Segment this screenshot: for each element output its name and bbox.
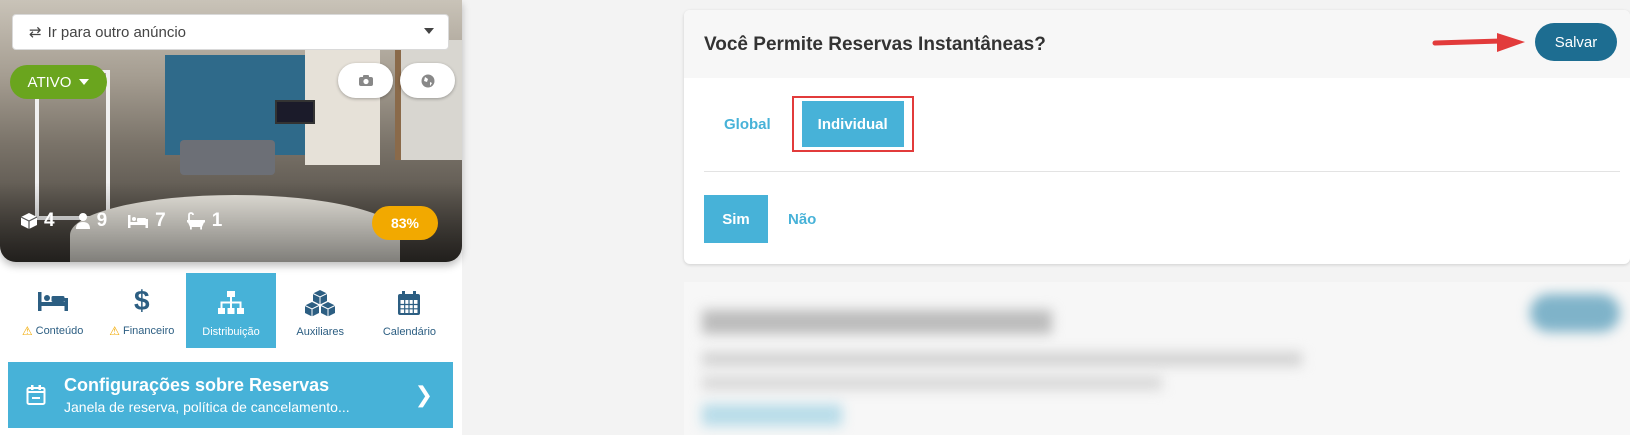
globe-icon [421, 74, 434, 87]
listing-tabs: ⚠ Conteúdo $ ⚠ Financeiro Distribuição A… [8, 273, 454, 348]
save-button[interactable]: Salvar [1535, 23, 1617, 61]
photo-tv [275, 100, 315, 124]
chevron-down-icon [424, 28, 434, 34]
photo-window [395, 40, 462, 160]
bathtub-icon [186, 212, 205, 230]
tab-calendario-label: Calendário [382, 326, 437, 338]
listing-sidebar: ⇄ Ir para outro anúncio ATIVO 4 9 7 1 83… [0, 0, 462, 435]
goto-listing-select[interactable]: ⇄ Ir para outro anúncio [12, 14, 449, 50]
blurred-text [702, 376, 1162, 390]
blurred-link [702, 404, 842, 426]
goto-listing-label: Ir para outro anúncio [47, 23, 186, 41]
user-icon [75, 213, 90, 229]
listing-photo: ⇄ Ir para outro anúncio ATIVO 4 9 7 1 83… [0, 0, 462, 262]
instant-booking-card: Você Permite Reservas Instantâneas? Salv… [684, 10, 1630, 264]
swap-icon: ⇄ [29, 24, 42, 41]
instant-booking-header: Você Permite Reservas Instantâneas? Salv… [684, 10, 1630, 78]
no-button[interactable]: Não [768, 196, 836, 242]
reservation-settings-subtitle: Janela de reserva, política de cancelame… [64, 399, 350, 415]
baths-stat: 1 [186, 210, 223, 232]
instant-booking-options: Sim Não [704, 195, 836, 243]
blurred-text [702, 352, 1302, 366]
individual-highlight-box: Individual [791, 96, 914, 152]
tab-auxiliares[interactable]: Auxiliares [276, 273, 365, 348]
tab-conteudo-label: Conteúdo [35, 325, 84, 337]
guests-count: 9 [96, 210, 108, 231]
blurred-button [1530, 294, 1620, 332]
divider [704, 171, 1620, 172]
warning-icon: ⚠ [21, 324, 33, 338]
tab-distribuicao[interactable]: Distribuição [186, 273, 276, 348]
units-count: 4 [44, 210, 55, 231]
camera-icon [358, 75, 373, 86]
caret-down-icon [79, 79, 90, 85]
tab-financeiro[interactable]: $ ⚠ Financeiro [97, 273, 186, 348]
photo-sofa [180, 140, 275, 175]
mode-selector: Global Individual [704, 96, 914, 152]
instant-booking-title: Você Permite Reservas Instantâneas? [704, 34, 1046, 55]
cube-icon [20, 213, 38, 229]
reservation-settings-title: Configurações sobre Reservas [64, 375, 330, 395]
tab-auxiliares-label: Auxiliares [296, 326, 345, 338]
blurred-section [684, 282, 1630, 435]
completion-badge: 83% [372, 206, 438, 240]
tab-financeiro-label: Financeiro [123, 325, 175, 337]
tab-calendario[interactable]: Calendário [365, 273, 454, 348]
blurred-title [702, 310, 1052, 334]
global-mode-button[interactable]: Global [704, 101, 791, 147]
individual-mode-button[interactable]: Individual [801, 101, 904, 147]
units-stat: 4 [20, 210, 55, 232]
listing-stats: 4 9 7 1 [20, 210, 222, 232]
chevron-right-icon: ❯ [414, 382, 433, 407]
sitemap-icon [217, 288, 245, 318]
status-dropdown[interactable]: ATIVO [10, 65, 107, 99]
beds-stat: 7 [127, 210, 166, 232]
baths-count: 1 [211, 210, 223, 231]
status-label: ATIVO [27, 73, 72, 91]
bed-icon [128, 215, 149, 228]
calendar-minus-icon [26, 385, 46, 405]
cubes-icon [303, 288, 337, 318]
tab-conteudo[interactable]: ⚠ Conteúdo [8, 273, 97, 348]
beds-count: 7 [155, 210, 166, 231]
photos-button[interactable] [338, 63, 393, 98]
map-button[interactable] [400, 63, 455, 98]
reservation-settings-card[interactable]: Configurações sobre Reservas Janela de r… [8, 362, 453, 428]
guests-stat: 9 [75, 210, 108, 232]
warning-icon: ⚠ [109, 324, 120, 338]
yes-button[interactable]: Sim [704, 195, 768, 243]
bed-icon [37, 286, 69, 316]
tab-distribuicao-label: Distribuição [202, 326, 260, 338]
dollar-icon: $ [134, 285, 150, 316]
arrow-right-annotation-icon [1432, 33, 1525, 52]
calendar-icon [397, 288, 421, 318]
